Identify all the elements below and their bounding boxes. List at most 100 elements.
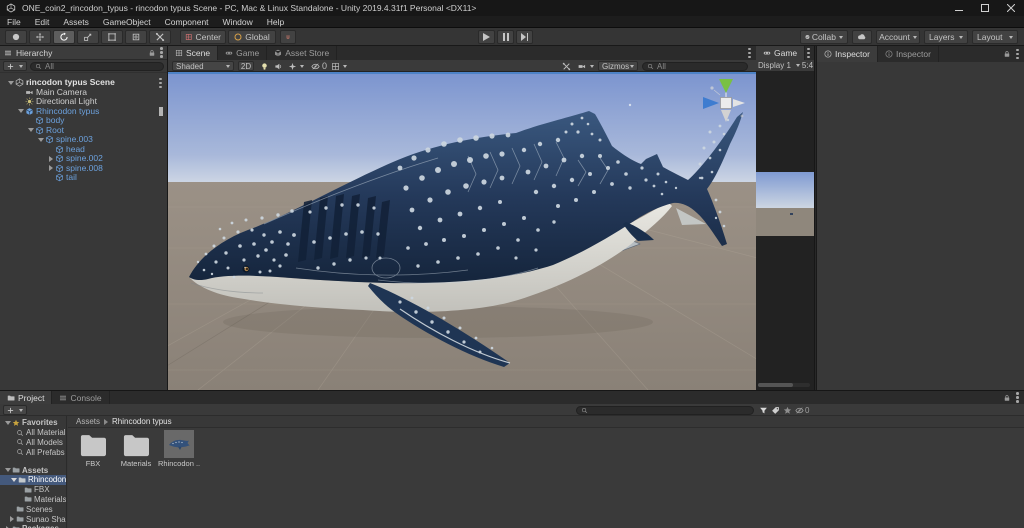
search-by-type-button[interactable] — [759, 405, 768, 415]
asset-tile-materials[interactable]: Materials — [115, 432, 157, 468]
lock-icon[interactable] — [148, 49, 156, 57]
hierarchy-row-prefab-root[interactable]: Rhincodon typus — [0, 107, 167, 117]
sidebar-item-fbx[interactable]: FBX — [0, 485, 66, 495]
hierarchy-menu-icon[interactable] — [160, 46, 163, 60]
space-toggle-button[interactable]: Global — [228, 30, 276, 44]
hierarchy-row-scene[interactable]: rincodon typus Scene — [0, 78, 167, 88]
camera-icon — [25, 88, 34, 97]
lock-icon[interactable] — [1003, 394, 1011, 402]
hand-tool-button[interactable] — [5, 30, 27, 44]
breadcrumb-current[interactable]: Rhincodon typus — [112, 417, 172, 426]
scene-lighting-toggle[interactable] — [260, 61, 269, 71]
scene-viewport[interactable] — [168, 72, 756, 390]
lock-icon[interactable] — [1003, 50, 1011, 58]
custom-tool-button[interactable] — [149, 30, 171, 44]
scale-tool-button[interactable] — [77, 30, 99, 44]
hierarchy-row[interactable]: spine.008 — [0, 164, 167, 174]
sidebar-item-scenes[interactable]: Scenes — [0, 504, 66, 514]
hierarchy-row[interactable]: Directional Light — [0, 97, 167, 107]
menu-window[interactable]: Window — [216, 16, 260, 28]
menu-gameobject[interactable]: GameObject — [96, 16, 158, 28]
hierarchy-row[interactable]: spine.002 — [0, 154, 167, 164]
prefab-open-arrow-icon[interactable] — [159, 107, 163, 117]
sidebar-item-all-materials[interactable]: All Materials — [0, 428, 66, 438]
tab-project[interactable]: Project — [0, 391, 52, 404]
editor-tools-toggle[interactable] — [562, 61, 571, 71]
sidebar-item-materials[interactable]: Materials — [0, 495, 66, 505]
scene-audio-toggle[interactable] — [274, 61, 283, 71]
menu-assets[interactable]: Assets — [56, 16, 96, 28]
scene-visibility-toggle[interactable]: 0 — [311, 61, 327, 71]
rotate-tool-button[interactable] — [53, 30, 75, 44]
sidebar-item-sunao-shad[interactable]: Sunao Shad — [0, 514, 66, 524]
cloud-services-button[interactable] — [852, 30, 872, 44]
tab-scene[interactable]: Scene — [168, 46, 218, 60]
layers-button[interactable]: Layers — [924, 30, 968, 44]
scene-effects-dropdown[interactable] — [288, 61, 304, 71]
tab-inspector-1[interactable]: Inspector — [817, 46, 878, 62]
menu-help[interactable]: Help — [260, 16, 291, 28]
menu-file[interactable]: File — [0, 16, 28, 28]
2d-toggle-button[interactable]: 2D — [238, 61, 254, 71]
move-tool-button[interactable] — [29, 30, 51, 44]
tab-console[interactable]: Console — [52, 391, 109, 404]
play-button[interactable] — [478, 30, 495, 44]
sidebar-item-assets[interactable]: Assets — [0, 465, 66, 475]
aspect-dropdown[interactable]: 5:4 — [802, 61, 813, 70]
game-horizontal-scrollbar[interactable] — [758, 383, 810, 387]
maximize-button[interactable] — [972, 0, 998, 16]
step-button[interactable] — [516, 30, 533, 44]
close-button[interactable] — [998, 0, 1024, 16]
sidebar-item-favorites[interactable]: Favorites — [0, 418, 66, 428]
project-search-input[interactable] — [576, 406, 754, 415]
hierarchy-row[interactable]: head — [0, 145, 167, 155]
layout-button[interactable]: Layout — [972, 30, 1018, 44]
tab-inspector-2[interactable]: Inspector — [878, 46, 939, 62]
grid-snap-button[interactable] — [280, 30, 296, 44]
hierarchy-row[interactable]: Main Camera — [0, 88, 167, 98]
scene-panel-menu-icon[interactable] — [748, 46, 751, 60]
hidden-packages-toggle[interactable]: 0 — [795, 405, 809, 415]
project-menu-icon[interactable] — [1016, 391, 1019, 405]
scene-search-input[interactable]: All — [642, 62, 748, 71]
minimize-button[interactable] — [946, 0, 972, 16]
hierarchy-row[interactable]: body — [0, 116, 167, 126]
sidebar-item-all-models[interactable]: All Models — [0, 438, 66, 448]
create-object-button[interactable] — [3, 61, 27, 71]
hidden-packages-count: 0 — [805, 406, 809, 415]
pause-button[interactable] — [497, 30, 514, 44]
game-panel-menu-icon[interactable] — [807, 46, 810, 60]
hierarchy-row[interactable]: Root — [0, 126, 167, 136]
rect-tool-button[interactable] — [101, 30, 123, 44]
collab-button[interactable]: Collab — [800, 30, 848, 44]
sidebar-item-packages[interactable]: Packages — [0, 524, 66, 528]
hierarchy-row[interactable]: spine.003 — [0, 135, 167, 145]
pivot-toggle-button[interactable]: Center — [180, 30, 226, 44]
display-dropdown[interactable]: Display 1 — [758, 61, 791, 70]
gizmo-center-cube[interactable] — [721, 98, 732, 109]
shading-mode-dropdown[interactable]: Shaded — [172, 61, 234, 71]
menu-edit[interactable]: Edit — [28, 16, 57, 28]
menu-component[interactable]: Component — [158, 16, 216, 28]
tab-game[interactable]: Game — [218, 46, 267, 60]
gizmos-dropdown[interactable]: Gizmos — [598, 61, 638, 71]
scene-options-icon[interactable] — [159, 78, 162, 88]
account-button[interactable]: Account — [876, 30, 920, 44]
scene-grid-dropdown[interactable] — [331, 61, 347, 71]
search-by-label-button[interactable] — [771, 405, 780, 415]
save-search-button[interactable] — [783, 405, 792, 415]
asset-tile-fbx[interactable]: FBX — [72, 432, 114, 468]
transform-tool-button[interactable] — [125, 30, 147, 44]
inspector-menu-icon[interactable] — [1016, 47, 1019, 61]
tab-game-panel[interactable]: Game — [756, 46, 805, 60]
tab-asset-store[interactable]: Asset Store — [267, 46, 337, 60]
sidebar-item-all-prefabs[interactable]: All Prefabs — [0, 447, 66, 457]
scene-camera-dropdown[interactable] — [577, 61, 594, 71]
asset-tile-rhincodon[interactable]: Rhincodon ... — [158, 430, 200, 468]
sidebar-item-rhincodon-typus[interactable]: Rhincodon typus — [0, 475, 66, 485]
hierarchy-tab[interactable]: Hierarchy — [0, 46, 167, 60]
hierarchy-row[interactable]: tail — [0, 173, 167, 183]
hierarchy-search-input[interactable]: All — [30, 62, 164, 71]
breadcrumb-root[interactable]: Assets — [76, 417, 100, 426]
create-asset-button[interactable] — [3, 405, 27, 415]
